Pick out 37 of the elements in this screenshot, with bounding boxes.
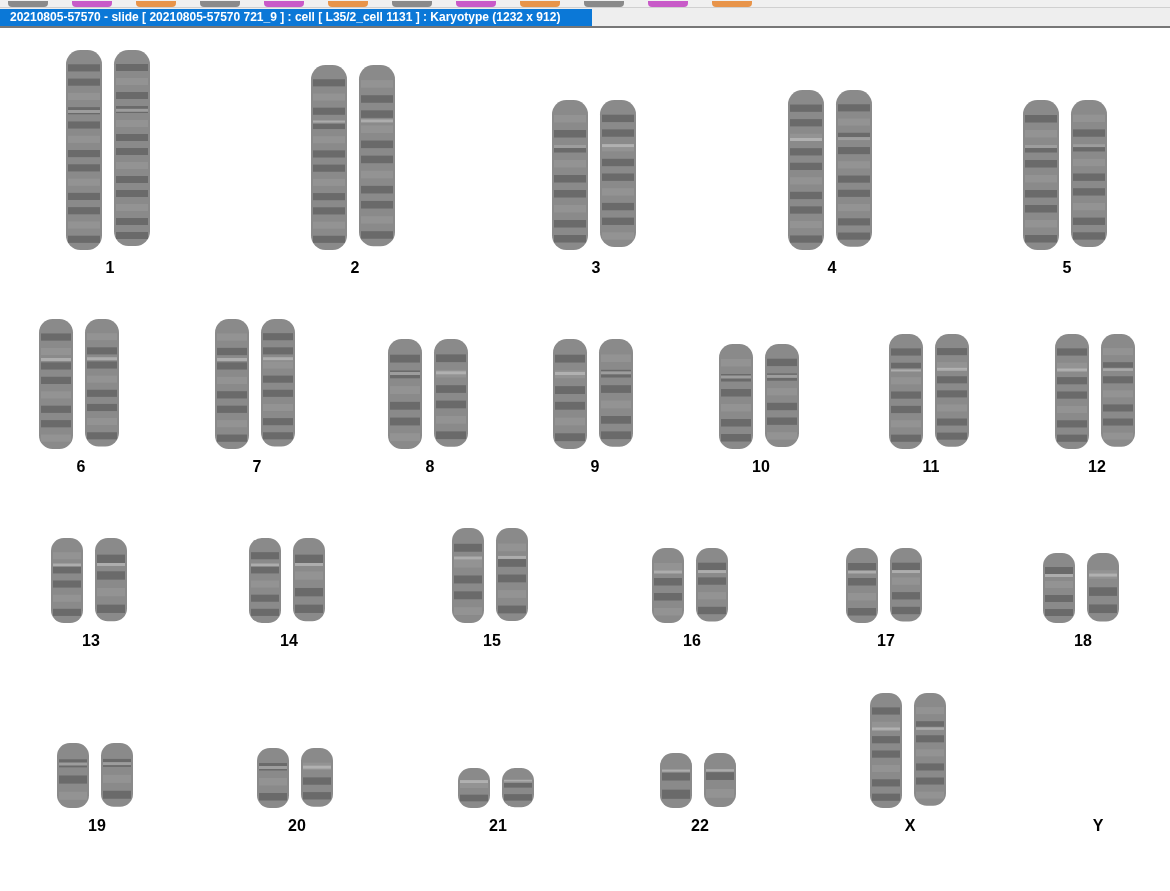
toolbar-icon[interactable]: [648, 1, 688, 7]
chromosome-label: 2: [349, 260, 361, 276]
chromosome-label: X: [903, 818, 917, 834]
toolbar-icon[interactable]: [520, 1, 560, 7]
toolbar-icon[interactable]: [200, 1, 240, 7]
chromosome-label: 5: [1061, 260, 1073, 276]
chromosome-label: 21: [488, 818, 508, 834]
toolbar-icon[interactable]: [136, 1, 176, 7]
chromosome-label: 9: [589, 459, 601, 475]
toolbar-icon[interactable]: [8, 1, 48, 7]
chromosome-label: 4: [826, 260, 838, 276]
toolbar-icon[interactable]: [328, 1, 368, 7]
window-tab[interactable]: 20210805-57570 - slide [ 20210805-57570 721_9 ] : cell [ L35/2_cell 1131 ] : Karyotype (1232 x 912): [0, 9, 592, 26]
chromosome-label: 12: [1087, 459, 1107, 475]
chromosome-label: 16: [682, 633, 702, 649]
toolbar-icon[interactable]: [456, 1, 496, 7]
chromosome-label: 10: [751, 459, 771, 475]
chromosome-label: 20: [287, 818, 307, 834]
chromosome-label: 15: [482, 633, 502, 649]
chromosome-label: 8: [424, 459, 436, 475]
chromosome-label: 14: [279, 633, 299, 649]
chromosome-label: 18: [1073, 633, 1093, 649]
chromosome-label: 6: [75, 459, 87, 475]
chromosome-label: 19: [87, 818, 107, 834]
chromosome-label: 1: [104, 260, 116, 276]
chromosome-label: 3: [590, 260, 602, 276]
toolbar-icon[interactable]: [72, 1, 112, 7]
toolbar-icon[interactable]: [392, 1, 432, 7]
chromosome-label: Y: [1091, 818, 1105, 834]
chromosome-label: 17: [876, 633, 896, 649]
toolbar-icon[interactable]: [584, 1, 624, 7]
chromosome-label: 22: [690, 818, 710, 834]
chromosome-label: 11: [921, 459, 941, 475]
toolbar-icon[interactable]: [712, 1, 752, 7]
chromosome-label: 13: [81, 633, 101, 649]
chromosome-label: 7: [251, 459, 263, 475]
toolbar-icon[interactable]: [264, 1, 304, 7]
